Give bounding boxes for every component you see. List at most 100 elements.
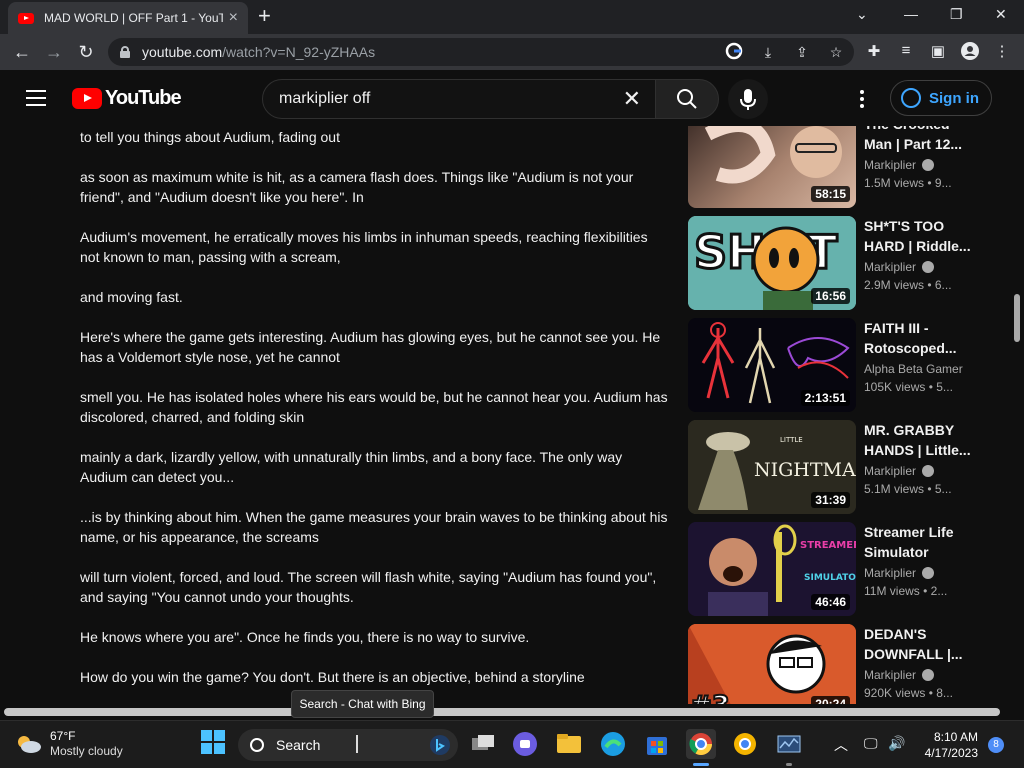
chrome-icon[interactable]	[686, 729, 716, 759]
horizontal-scroll-thumb[interactable]	[4, 708, 1000, 716]
video-title[interactable]: MR. GRABBY HANDS | Little...	[864, 420, 974, 460]
search-icon	[677, 89, 697, 109]
edge-browser-icon[interactable]	[598, 729, 628, 759]
file-explorer-icon[interactable]	[554, 729, 584, 759]
search-box[interactable]: markiplier off ✕	[262, 79, 656, 119]
video-thumbnail[interactable]: SH T 16:56	[688, 216, 856, 310]
svg-text:SIMULATOR: SIMULATOR	[804, 573, 856, 583]
bookmark-star-icon[interactable]: ☆	[826, 42, 846, 62]
taskbar-search-box[interactable]: Search	[238, 729, 458, 761]
channel-name[interactable]: Markiplier	[864, 158, 935, 172]
video-title[interactable]: Streamer Life Simulator	[864, 522, 974, 562]
weather-widget[interactable]: 67°F Mostly cloudy	[16, 729, 123, 759]
video-thumbnail[interactable]: 2:13:51	[688, 318, 856, 412]
microsoft-store-icon[interactable]	[642, 729, 672, 759]
tab-close-icon[interactable]: ×	[229, 10, 238, 26]
channel-name[interactable]: Markiplier	[864, 464, 935, 478]
video-thumbnail[interactable]: 58:15	[688, 126, 856, 208]
transcript-paragraph: He knows where you are". Once he finds y…	[80, 629, 530, 645]
windows-start-icon[interactable]	[200, 729, 230, 759]
thumbnail-art: #3	[688, 624, 856, 704]
media-queue-icon[interactable]: ≡	[896, 42, 916, 59]
new-tab-icon[interactable]: +	[258, 5, 271, 27]
browser-menu-icon[interactable]: ⋮	[992, 42, 1012, 60]
reload-icon[interactable]: ↻	[74, 40, 98, 64]
guide-menu-icon[interactable]	[26, 90, 46, 106]
back-arrow-icon[interactable]: ←	[10, 40, 34, 64]
transcript-paragraph: to tell you things about Audium, fading …	[80, 129, 340, 145]
performance-monitor-icon[interactable]	[774, 729, 804, 759]
lock-icon[interactable]	[120, 46, 130, 58]
horizontal-scrollbar[interactable]	[0, 704, 1024, 720]
running-app-indicator	[786, 763, 792, 766]
task-view-icon[interactable]	[468, 729, 498, 759]
video-thumbnail[interactable]: NIGHTMARES LITTLE 31:39	[688, 420, 856, 514]
video-title[interactable]: SH*T'S TOO HARD | Riddle...	[864, 216, 974, 256]
bing-chat-tooltip: Search - Chat with Bing	[291, 690, 434, 718]
google-lens-icon[interactable]	[724, 42, 744, 62]
related-video-item[interactable]: STREAMER SIMULATOR 46:46 Streamer Life S…	[688, 522, 988, 616]
related-video-item[interactable]: 2:13:51 FAITH III - Rotoscoped... Alpha …	[688, 318, 988, 412]
extensions-puzzle-icon[interactable]: ✚	[864, 42, 884, 60]
address-bar[interactable]: youtube.com/watch?v=N_92-yZHAAs ⤓ ⇪ ☆	[108, 38, 854, 66]
svg-text:STREAMER: STREAMER	[800, 540, 856, 551]
voice-search-button[interactable]	[728, 79, 768, 119]
network-icon[interactable]: 🖵	[864, 735, 878, 752]
verified-check-icon	[922, 159, 935, 171]
youtube-logo[interactable]: YouTube	[72, 87, 182, 110]
channel-name[interactable]: Markiplier	[864, 260, 935, 274]
forward-arrow-icon[interactable]: →	[42, 40, 66, 64]
clock-date: 4/17/2023	[924, 746, 978, 760]
browser-tab[interactable]: MAD WORLD | OFF Part 1 - YouTube ×	[8, 2, 248, 34]
maximize-icon[interactable]: ❐	[950, 6, 963, 23]
vertical-scrollbar[interactable]	[1010, 126, 1024, 704]
related-video-item[interactable]: 58:15 The Crooked Man | Part 12... Marki…	[688, 126, 988, 208]
window-close-icon[interactable]: ✕	[995, 6, 1007, 23]
chrome-canary-icon[interactable]	[730, 729, 760, 759]
video-title[interactable]: DEDAN'S DOWNFALL |...	[864, 624, 974, 664]
sign-in-label: Sign in	[929, 89, 979, 107]
channel-label: Alpha Beta Gamer	[864, 362, 963, 376]
channel-name[interactable]: Markiplier	[864, 668, 935, 682]
channel-name[interactable]: Alpha Beta Gamer	[864, 362, 963, 376]
channel-label: Markiplier	[864, 464, 917, 478]
notification-count-badge[interactable]: 8	[988, 737, 1004, 753]
video-meta: 920K views • 8...	[864, 686, 953, 700]
settings-more-icon[interactable]	[854, 90, 870, 108]
verified-check-icon	[922, 567, 935, 579]
profile-avatar-icon[interactable]	[960, 42, 980, 64]
taskbar-search-label: Search	[276, 737, 321, 753]
browser-toolbar: ← → ↻ youtube.com/watch?v=N_92-yZHAAs ⤓ …	[0, 34, 1024, 70]
channel-label: Markiplier	[864, 668, 917, 682]
share-icon[interactable]: ⇪	[792, 42, 812, 62]
video-thumbnail[interactable]: #3 20:24	[688, 624, 856, 704]
system-clock[interactable]: 8:10 AM 4/17/2023	[918, 729, 978, 761]
channel-name[interactable]: Markiplier	[864, 566, 935, 580]
install-app-icon[interactable]: ⤓	[758, 42, 778, 62]
sign-in-button[interactable]: Sign in	[890, 80, 992, 116]
show-hidden-icons-chevron-icon[interactable]: ︿	[834, 735, 848, 755]
tab-search-icon[interactable]: ⌄	[856, 6, 868, 23]
bing-chat-icon[interactable]	[428, 733, 452, 757]
description-transcript: to tell you things about Audium, fading …	[80, 126, 670, 704]
volume-icon[interactable]: 🔊	[888, 735, 905, 752]
video-duration: 20:24	[811, 696, 850, 704]
related-video-item[interactable]: NIGHTMARES LITTLE 31:39 MR. GRABBY HANDS…	[688, 420, 988, 514]
clear-search-icon[interactable]: ✕	[623, 86, 641, 112]
tab-title: MAD WORLD | OFF Part 1 - YouTube	[44, 11, 223, 25]
side-panel-icon[interactable]: ▣	[928, 42, 948, 60]
vertical-scroll-thumb[interactable]	[1014, 294, 1020, 342]
windows-taskbar: 67°F Mostly cloudy Search ︿ 🖵 🔊 8:10 AM …	[0, 720, 1024, 768]
verified-check-icon	[922, 669, 935, 681]
related-video-item[interactable]: #3 20:24 DEDAN'S DOWNFALL |... Markiplie…	[688, 624, 988, 704]
related-video-item[interactable]: SH T 16:56 SH*T'S TOO HARD | Riddle... M…	[688, 216, 988, 310]
search-button[interactable]	[655, 79, 719, 119]
teams-chat-icon[interactable]	[510, 729, 540, 759]
video-title[interactable]: The Crooked Man | Part 12...	[864, 126, 974, 154]
search-input[interactable]: markiplier off	[279, 90, 623, 108]
minimize-icon[interactable]: —	[904, 6, 918, 22]
youtube-favicon-icon	[18, 12, 34, 24]
svg-text:#3: #3	[690, 691, 730, 704]
video-thumbnail[interactable]: STREAMER SIMULATOR 46:46	[688, 522, 856, 616]
video-title[interactable]: FAITH III - Rotoscoped...	[864, 318, 974, 358]
